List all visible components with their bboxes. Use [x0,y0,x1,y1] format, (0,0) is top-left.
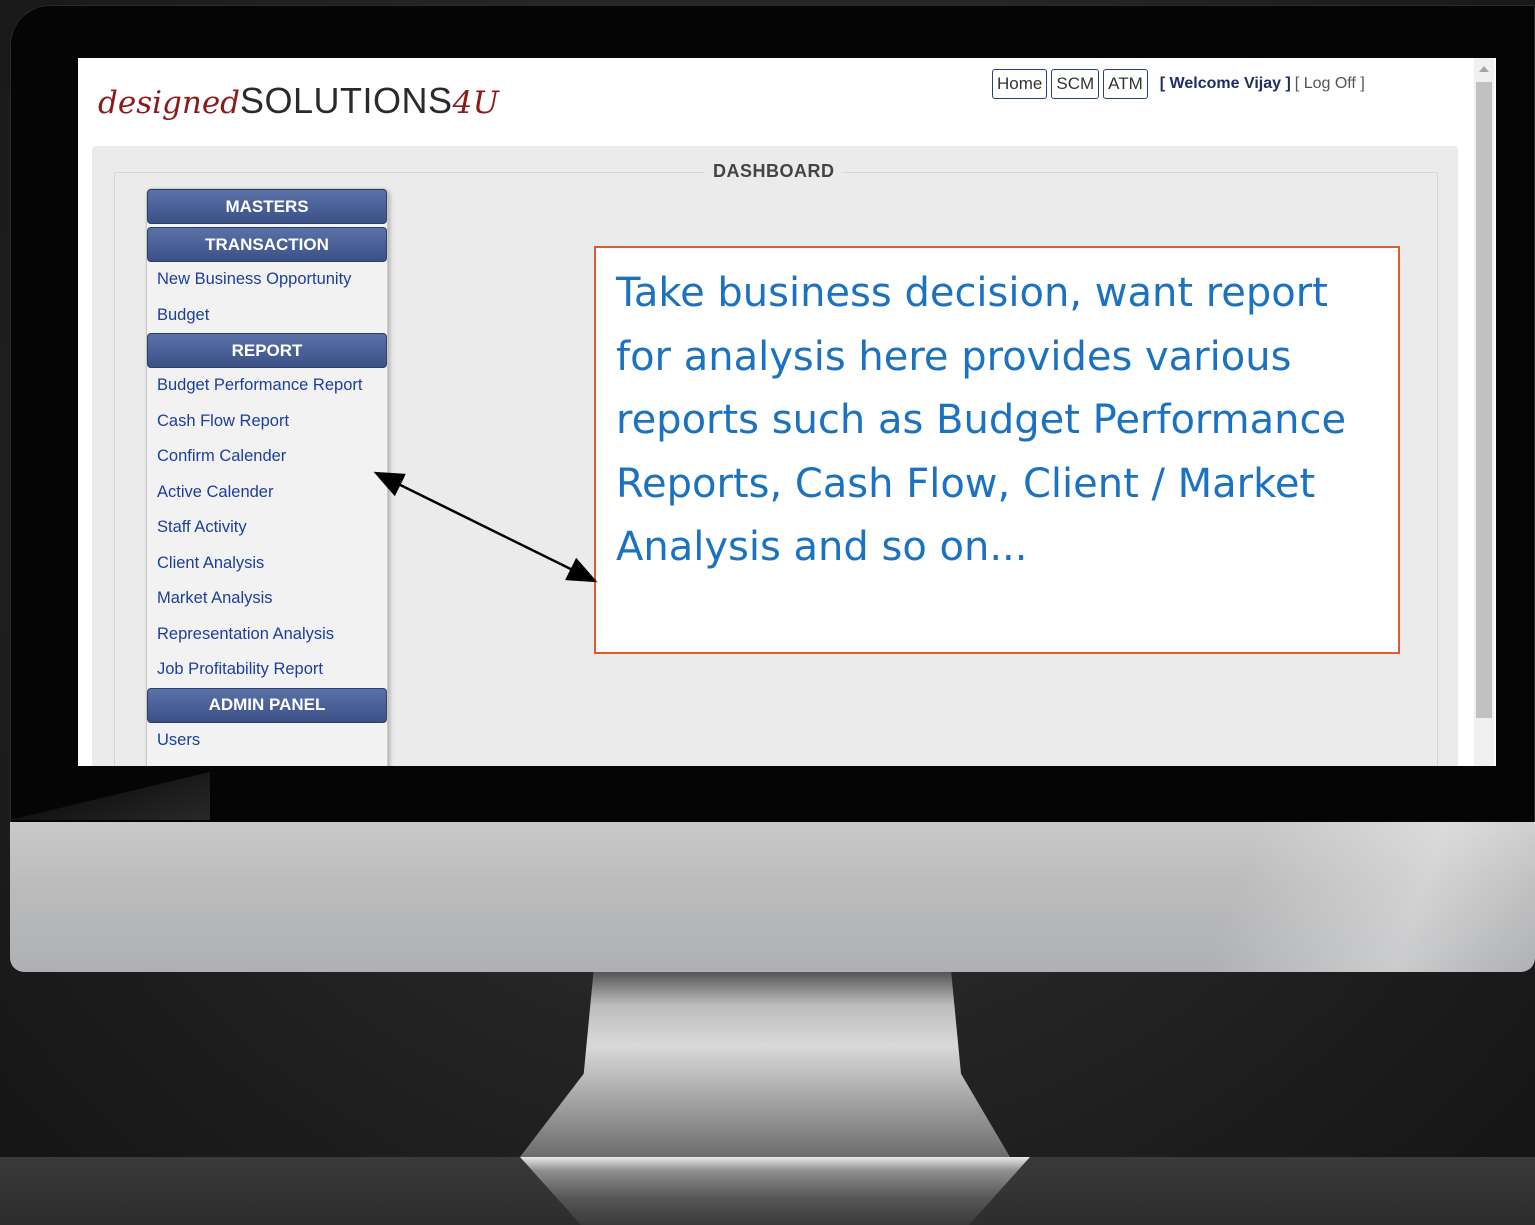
sidebar-item-budget-performance-report[interactable]: Budget Performance Report [147,368,387,404]
sidebar-item-representation-analysis[interactable]: Representation Analysis [147,617,387,653]
sidebar-item-users[interactable]: Users [147,723,387,759]
top-navigation: Home SCM ATM [ Welcome Vijay ] [ Log Off… [992,69,1365,99]
sidebar-item-active-calender[interactable]: Active Calender [147,475,387,511]
scroll-up-arrow-icon[interactable] [1479,66,1489,72]
sidebar-section-report[interactable]: REPORT [147,333,387,368]
sidebar-item-job-profitability-report[interactable]: Job Profitability Report [147,652,387,688]
logoff-wrapper: [ Log Off ] [1295,75,1365,93]
sidebar-item-cash-flow-report[interactable]: Cash Flow Report [147,404,387,440]
dashboard-title: DASHBOARD [705,161,843,182]
app-logo[interactable]: designedSOLUTIONS4U [98,80,499,122]
chin-reflection [1115,822,1535,972]
logo-main: SOLUTIONS [240,80,453,121]
sidebar-item-market-analysis[interactable]: Market Analysis [147,581,387,617]
scrollbar-thumb[interactable] [1476,82,1492,718]
logo-suffix: 4U [452,85,500,121]
sidebar-item-client-analysis[interactable]: Client Analysis [147,546,387,582]
sidebar-item-budget[interactable]: Budget [147,298,387,334]
sidebar-section-masters[interactable]: MASTERS [147,189,387,224]
annotation-callout: Take business decision, want report for … [594,246,1400,654]
monitor-stand-base [520,1157,1030,1225]
logo-prefix: designed [98,85,241,121]
sidebar-section-admin-panel[interactable]: ADMIN PANEL [147,687,387,723]
vertical-scrollbar[interactable] [1474,58,1494,766]
sidebar-section-transaction[interactable]: TRANSACTION [147,227,387,262]
sidebar-item-new-business-opportunity[interactable]: New Business Opportunity [147,262,387,298]
sidebar-menu: MASTERS TRANSACTION New Business Opportu… [146,188,388,766]
sidebar-item-staff-activity[interactable]: Staff Activity [147,510,387,546]
monitor-stand-neck [520,972,1010,1157]
sidebar-item-confirm-calender[interactable]: Confirm Calender [147,439,387,475]
welcome-message: [ Welcome Vijay ] [1159,75,1291,92]
nav-home-button[interactable]: Home [992,69,1048,99]
logoff-bracket-open: [ [1294,75,1300,92]
logoff-bracket-close: ] [1360,75,1365,92]
nav-atm-button[interactable]: ATM [1103,69,1148,99]
nav-scm-button[interactable]: SCM [1051,69,1100,99]
logoff-link[interactable]: Log Off [1304,75,1356,92]
